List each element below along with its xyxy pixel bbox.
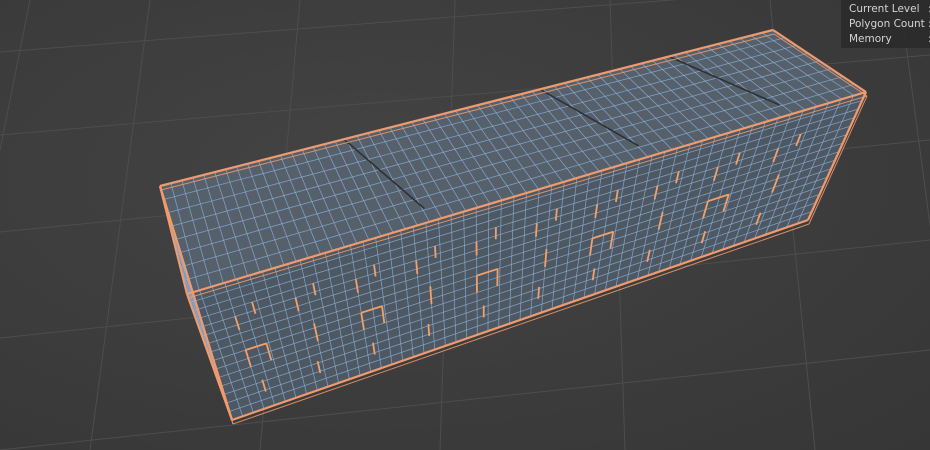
hud-row-current-level: Current Level :	[849, 1, 930, 16]
hud-row-memory: Memory :	[849, 31, 930, 46]
edge-mark	[537, 286, 541, 299]
floor-grid-line	[0, 349, 930, 450]
floor-grid-line	[0, 0, 31, 153]
hud-row-polygon-count: Polygon Count :	[849, 16, 930, 31]
edge-mark	[535, 223, 538, 237]
hud-label: Memory	[849, 32, 892, 45]
viewport-scene[interactable]	[0, 0, 930, 450]
box-mesh[interactable]	[158, 28, 868, 425]
floor-grid-line	[899, 0, 930, 229]
edge-mark	[429, 286, 433, 305]
edge-mark	[415, 260, 419, 275]
edge-mark	[427, 324, 431, 336]
hud-label: Polygon Count	[849, 17, 925, 30]
floor-grid-line	[89, 0, 151, 450]
edge-mark	[434, 245, 437, 258]
edge-mark	[554, 208, 558, 221]
hud-info-panel: Current Level : Polygon Count : Memory :	[841, 0, 930, 48]
3d-viewport[interactable]: Current Level : Polygon Count : Memory :	[0, 0, 930, 450]
hud-label: Current Level	[849, 2, 920, 15]
